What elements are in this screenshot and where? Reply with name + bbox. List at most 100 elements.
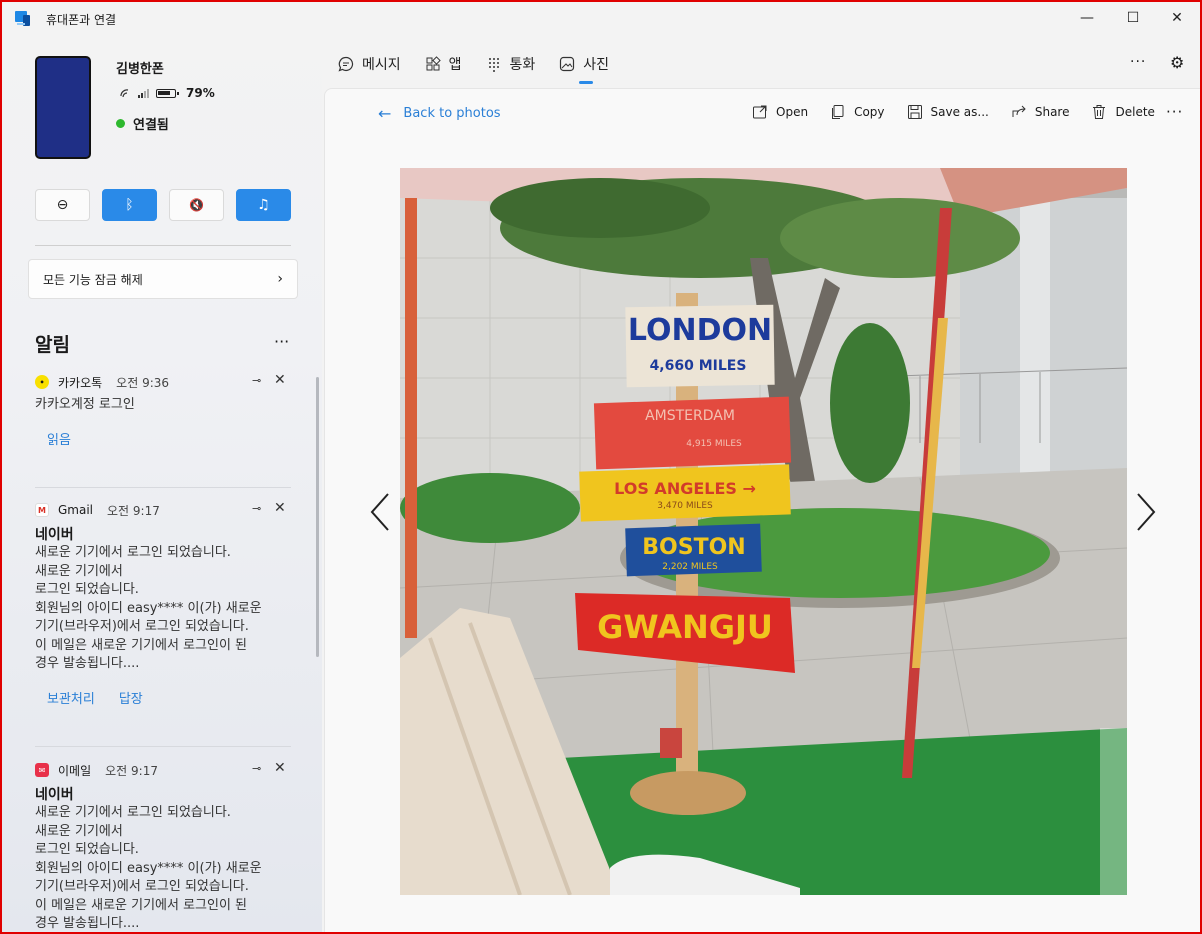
- share-icon: [1012, 105, 1026, 117]
- sign-gwangju: GWANGJU: [597, 608, 773, 646]
- maximize-icon: ☐: [1126, 10, 1140, 26]
- sign-amsterdam: AMSTERDAM: [645, 408, 735, 424]
- unlock-all-features-button[interactable]: 모든 기능 잠금 해제 ›: [28, 259, 298, 299]
- notification-app-name: 카카오톡: [58, 375, 103, 390]
- save-as-label: Save as...: [930, 105, 989, 119]
- quick-actions: ⊖ ᛒ 🔇 ♫: [35, 189, 291, 221]
- sign-los-angeles-miles: 3,470 MILES: [657, 501, 713, 511]
- notification-email[interactable]: ✉ 이메일 오전 9:17 ⊸ ✕ 네이버 새로운 기기에서 로그인 되었습니다…: [28, 760, 298, 932]
- photo-toolbar: Open Copy Save as... Share Delete: [752, 104, 1155, 120]
- tab-apps[interactable]: 앱: [425, 52, 462, 76]
- photo-icon: [560, 56, 575, 72]
- open-label: Open: [776, 105, 809, 119]
- notification-body: 카카오계정 로그인: [35, 397, 135, 412]
- minimize-button[interactable]: —: [1064, 2, 1110, 34]
- previous-photo-button[interactable]: [368, 492, 392, 532]
- open-with-icon: [753, 105, 767, 119]
- reply-button[interactable]: 답장: [119, 688, 143, 707]
- back-label: Back to photos: [403, 106, 501, 121]
- notification-app-name: 이메일: [58, 763, 92, 778]
- copy-button[interactable]: Copy: [830, 104, 885, 120]
- tab-photos-label: 사진: [583, 57, 610, 73]
- dismiss-notification-icon[interactable]: ✕: [274, 500, 286, 516]
- notification-gmail[interactable]: M Gmail 오전 9:17 ⊸ ✕ 네이버 새로운 기기에서 로그인 되었습…: [28, 500, 298, 707]
- notifications-more-button[interactable]: ···: [274, 332, 289, 351]
- sign-boston-miles: 2,202 MILES: [662, 562, 718, 572]
- pin-icon[interactable]: ⊸: [252, 502, 261, 515]
- window-title: 휴대폰과 연결: [46, 13, 117, 27]
- arrow-left-icon: ←: [378, 104, 392, 123]
- tab-apps-label: 앱: [448, 57, 462, 73]
- sign-london: LONDON: [628, 313, 772, 348]
- music-icon: ♫: [257, 197, 270, 213]
- phone-name: 김병한폰: [116, 62, 164, 77]
- music-button[interactable]: ♫: [236, 189, 291, 221]
- notification-app-name: Gmail: [58, 503, 94, 517]
- unlock-label: 모든 기능 잠금 해제: [43, 272, 143, 287]
- copy-icon: [832, 105, 844, 119]
- delete-label: Delete: [1115, 105, 1155, 119]
- share-button[interactable]: Share: [1011, 104, 1070, 120]
- signpost-photo[interactable]: LONDON 4,660 MILES AMSTERDAM 4,915 MILES…: [400, 168, 1127, 895]
- top-nav: 메시지 앱 통화 사진: [338, 52, 610, 84]
- pin-icon[interactable]: ⊸: [252, 374, 261, 387]
- sign-los-angeles: LOS ANGELES →: [614, 479, 756, 498]
- sign-amsterdam-miles: 4,915 MILES: [686, 439, 742, 449]
- chevron-right-icon: ›: [277, 271, 283, 287]
- tab-messages[interactable]: 메시지: [338, 52, 401, 76]
- notification-kakaotalk[interactable]: • 카카오톡 오전 9:36 ⊸ ✕ 카카오계정 로그인 읽음: [28, 372, 298, 448]
- signal-icon: [138, 89, 149, 98]
- battery-icon: [156, 88, 179, 98]
- notification-time: 오전 9:17: [107, 503, 160, 518]
- notification-divider: [35, 487, 291, 488]
- sidebar: 김병한폰 79% 연결됨 ⊖ ᛒ 🔇 ♫ 모든 기능 잠금 해제 › 알림 ··…: [2, 34, 322, 932]
- bluetooth-button[interactable]: ᛒ: [102, 189, 157, 221]
- wifi-icon: [120, 89, 129, 98]
- sign-london-miles: 4,660 MILES: [650, 358, 747, 374]
- maximize-button[interactable]: ☐: [1110, 2, 1156, 34]
- sign-boston: BOSTON: [642, 535, 745, 560]
- notification-sender: 네이버: [35, 527, 74, 543]
- close-button[interactable]: ✕: [1154, 2, 1200, 34]
- copy-label: Copy: [854, 105, 885, 119]
- notification-divider: [35, 746, 291, 747]
- photo-more-options-icon[interactable]: ···: [1166, 103, 1183, 121]
- open-button[interactable]: Open: [752, 104, 808, 120]
- close-icon: ✕: [1171, 10, 1183, 26]
- apps-icon: [426, 56, 441, 71]
- dismiss-notification-icon[interactable]: ✕: [274, 372, 286, 388]
- tab-calls[interactable]: 통화: [486, 52, 535, 76]
- mute-button[interactable]: 🔇: [169, 189, 224, 221]
- delete-button[interactable]: Delete: [1091, 104, 1155, 120]
- pin-icon[interactable]: ⊸: [252, 762, 261, 775]
- kakaotalk-icon: •: [35, 375, 49, 389]
- share-label: Share: [1034, 105, 1070, 119]
- dismiss-notification-icon[interactable]: ✕: [274, 760, 286, 776]
- phone-image: [35, 56, 91, 159]
- connection-label: 연결됨: [133, 118, 169, 133]
- app-window: 휴대폰과 연결 — ☐ ✕ 김병한폰 79% 연결됨 ⊖ ᛒ 🔇 ♫ 모든 기능…: [0, 0, 1202, 934]
- tab-photos[interactable]: 사진: [559, 52, 610, 84]
- save-as-button[interactable]: Save as...: [907, 104, 989, 120]
- phone-link-app-icon: [15, 11, 30, 26]
- gmail-icon: M: [35, 503, 49, 517]
- notification-sender: 네이버: [35, 787, 74, 803]
- mark-read-button[interactable]: 읽음: [47, 429, 71, 448]
- dnd-icon: ⊖: [56, 197, 69, 213]
- more-options-icon[interactable]: ···: [1130, 54, 1146, 70]
- phone-status: 79%: [120, 86, 215, 100]
- notifications-heading: 알림: [35, 334, 70, 356]
- notification-time: 오전 9:17: [105, 763, 158, 778]
- dnd-button[interactable]: ⊖: [35, 189, 90, 221]
- notification-body: 새로운 기기에서 로그인 되었습니다. 새로운 기기에서 로그인 되었습니다. …: [35, 805, 262, 931]
- back-to-photos-button[interactable]: ← Back to photos: [378, 104, 501, 123]
- scrollbar[interactable]: [316, 377, 319, 657]
- next-photo-button[interactable]: [1134, 492, 1158, 532]
- settings-gear-icon[interactable]: ⚙: [1170, 53, 1184, 72]
- divider: [35, 245, 291, 246]
- title-bar: 휴대폰과 연결 — ☐ ✕: [2, 2, 1200, 34]
- archive-button[interactable]: 보관처리: [47, 688, 95, 707]
- notification-body: 새로운 기기에서 로그인 되었습니다. 새로운 기기에서 로그인 되었습니다. …: [35, 545, 262, 671]
- tab-messages-label: 메시지: [362, 57, 401, 73]
- mute-icon: 🔇: [189, 198, 204, 212]
